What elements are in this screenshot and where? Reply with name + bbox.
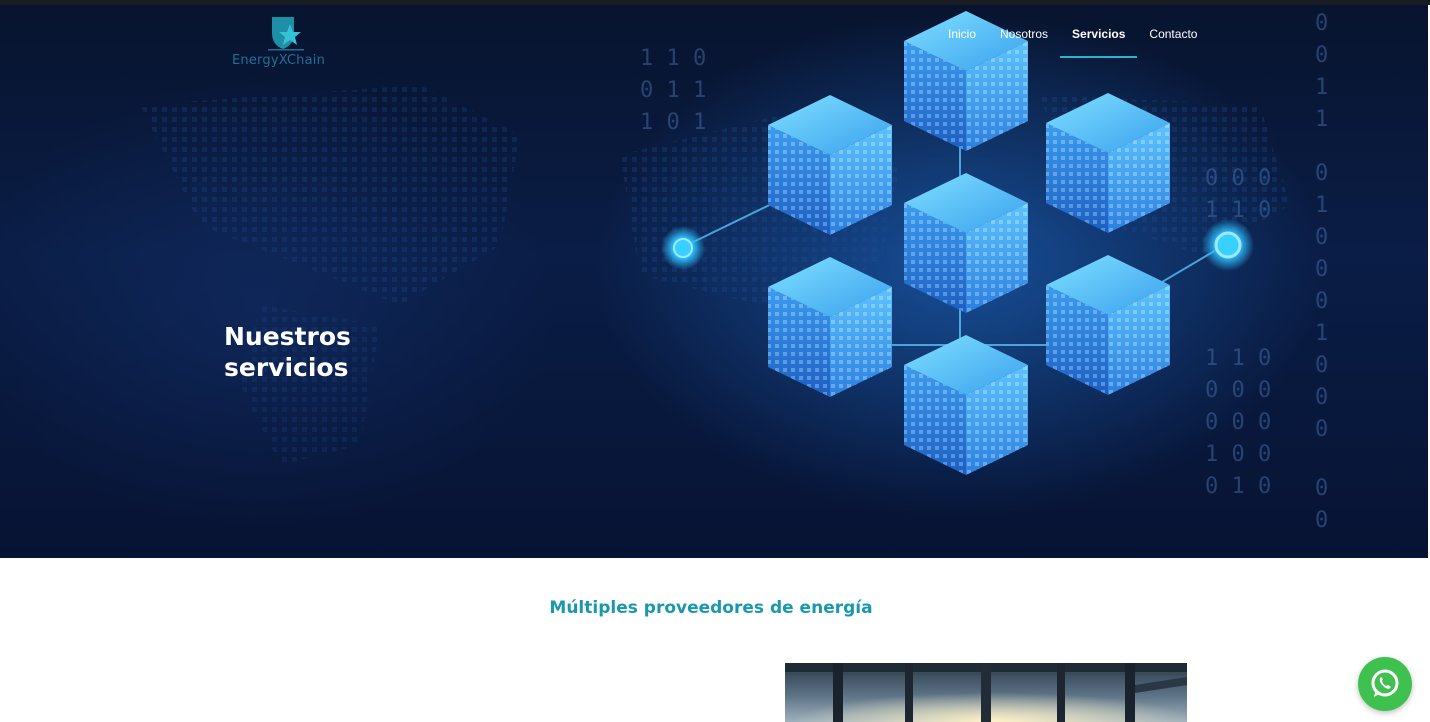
whatsapp-icon — [1371, 669, 1399, 697]
svg-text:1 0 1: 1 0 1 — [640, 110, 706, 135]
main-nav: Inicio Nosotros Servicios Contacto — [936, 22, 1209, 58]
svg-text:1 1 0: 1 1 0 — [640, 46, 706, 71]
svg-text:0: 0 — [1315, 289, 1328, 314]
nav-item-servicios[interactable]: Servicios — [1060, 22, 1138, 58]
section-image — [785, 663, 1187, 722]
svg-text:0: 0 — [1315, 161, 1328, 186]
hero-title: Nuestros servicios — [224, 321, 424, 383]
svg-text:1: 1 — [1315, 321, 1328, 346]
whatsapp-button[interactable] — [1358, 657, 1412, 711]
svg-text:1: 1 — [1315, 193, 1328, 218]
svg-text:1: 1 — [1315, 75, 1328, 100]
svg-text:1 1 0: 1 1 0 — [1205, 346, 1271, 371]
svg-text:0 0 0: 0 0 0 — [1205, 410, 1271, 435]
city-window-photo — [785, 663, 1187, 722]
svg-text:0: 0 — [1315, 257, 1328, 282]
svg-text:0: 0 — [1315, 385, 1328, 410]
hero-title-line-1: Nuestros — [224, 322, 351, 351]
nav-item-inicio[interactable]: Inicio — [936, 22, 988, 58]
nav-item-nosotros[interactable]: Nosotros — [988, 22, 1060, 58]
hero-banner: 1 1 0 0 1 1 1 0 1 0 0 0 1 1 0 1 1 0 0 0 … — [0, 5, 1428, 558]
svg-text:1: 1 — [1315, 107, 1328, 132]
blockchain-cubes-illustration: 1 1 0 0 1 1 1 0 1 0 0 0 1 1 0 1 1 0 0 0 … — [140, 11, 1328, 533]
svg-text:0 0 0: 0 0 0 — [1205, 166, 1271, 191]
svg-text:1 1 0: 1 1 0 — [1205, 198, 1271, 223]
svg-text:0: 0 — [1315, 417, 1328, 442]
svg-text:0: 0 — [1315, 476, 1328, 501]
svg-text:0: 0 — [1315, 225, 1328, 250]
svg-text:0 1 1: 0 1 1 — [640, 78, 706, 103]
svg-text:0: 0 — [1315, 353, 1328, 378]
brand-logo[interactable]: EnergyXChain — [232, 13, 342, 73]
svg-text:0: 0 — [1315, 43, 1328, 68]
svg-text:0: 0 — [1315, 11, 1328, 36]
hero-title-line-2: servicios — [224, 353, 349, 382]
shield-star-icon — [268, 17, 304, 51]
brand-name: EnergyXChain — [232, 53, 326, 68]
svg-text:0 1 0: 0 1 0 — [1205, 474, 1271, 499]
svg-text:0 0 0: 0 0 0 — [1205, 378, 1271, 403]
svg-text:1 0 0: 1 0 0 — [1205, 442, 1271, 467]
svg-text:0: 0 — [1315, 508, 1328, 533]
section-heading: Múltiples proveedores de energía — [549, 598, 873, 618]
nav-item-contacto[interactable]: Contacto — [1137, 22, 1209, 58]
